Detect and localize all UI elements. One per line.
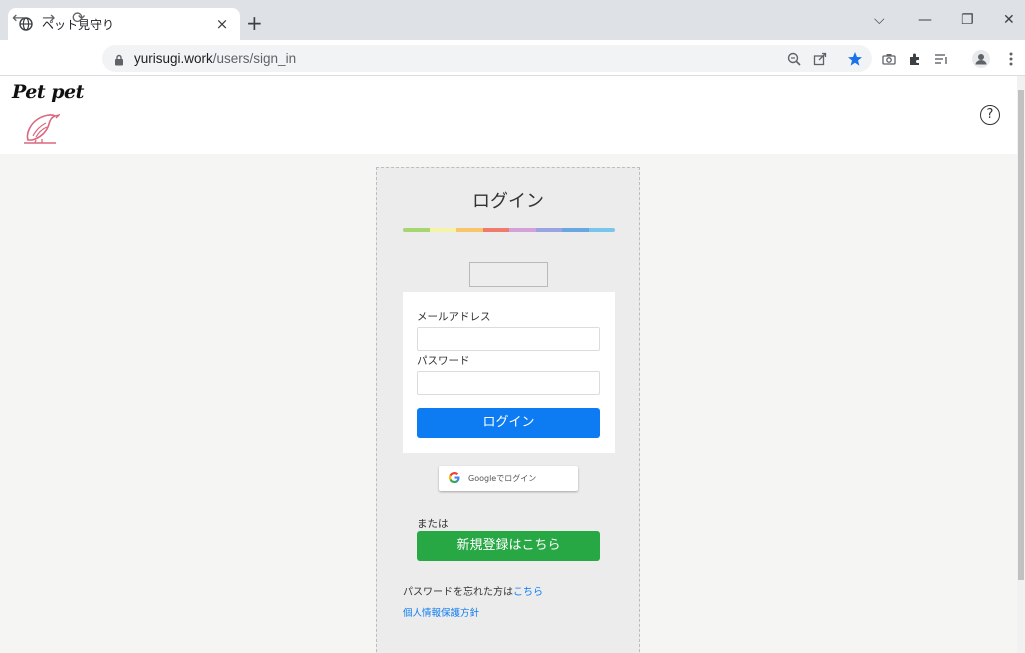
url-text: yurisugi.work/users/sign_in <box>134 51 296 66</box>
bird-logo-icon <box>22 110 62 150</box>
google-icon <box>449 471 460 486</box>
new-tab-button[interactable]: + <box>246 13 263 33</box>
tab-title: ペット見守り <box>42 17 115 32</box>
reading-list-icon[interactable] <box>932 50 950 68</box>
flash-message-box <box>469 262 548 287</box>
rainbow-segment <box>403 228 430 232</box>
rainbow-segment <box>535 228 562 232</box>
login-button[interactable]: ログイン <box>417 408 600 438</box>
share-icon[interactable] <box>811 50 829 68</box>
tab-close-icon[interactable]: × <box>214 15 230 33</box>
forgot-password-prefix: パスワードを忘れた方は <box>403 587 513 598</box>
help-icon[interactable]: ? <box>980 105 1000 125</box>
site-header <box>0 76 1017 154</box>
maximize-icon[interactable]: ❐ <box>961 12 974 28</box>
rainbow-segment <box>429 228 456 232</box>
forgot-password-text: パスワードを忘れた方はこちら <box>403 583 543 598</box>
google-login-label: Googleでログイン <box>468 474 537 483</box>
rainbow-segment <box>588 228 615 232</box>
back-icon[interactable]: ← <box>12 9 25 27</box>
register-button[interactable]: 新規登録はこちら <box>417 531 600 561</box>
password-field[interactable] <box>417 371 600 395</box>
rainbow-segment <box>562 228 589 232</box>
site-logo-text[interactable]: Pet pet <box>12 81 84 103</box>
url-path: /users/sign_in <box>212 51 297 66</box>
extensions-icon[interactable] <box>906 50 924 68</box>
rainbow-segment <box>482 228 509 232</box>
forward-icon[interactable]: → <box>42 9 55 27</box>
menu-kebab-icon[interactable] <box>1002 50 1020 68</box>
forgot-password-link[interactable]: こちら <box>513 587 543 598</box>
rainbow-segment <box>509 228 536 232</box>
or-label: または <box>417 518 449 530</box>
rainbow-divider <box>403 228 615 232</box>
url-host: yurisugi.work <box>134 51 213 66</box>
zoom-icon[interactable] <box>785 50 803 68</box>
scrollbar-thumb[interactable] <box>1018 90 1024 580</box>
profile-avatar-icon[interactable] <box>972 50 990 68</box>
privacy-policy-link[interactable]: 個人情報保護方針 <box>403 605 479 619</box>
email-label: メールアドレス <box>417 311 491 323</box>
password-label: パスワード <box>417 355 470 367</box>
close-window-icon[interactable]: ✕ <box>1003 12 1015 28</box>
camera-icon[interactable] <box>880 50 898 68</box>
minimize-icon[interactable]: — <box>918 12 932 28</box>
bookmark-star-icon[interactable] <box>846 50 864 68</box>
email-field[interactable] <box>417 327 600 351</box>
rainbow-segment <box>456 228 483 232</box>
lock-icon <box>114 51 124 70</box>
google-login-button[interactable]: Googleでログイン <box>439 466 578 491</box>
tab-search-icon[interactable]: ⌵ <box>874 12 885 28</box>
login-title: ログイン <box>472 191 544 212</box>
reload-icon[interactable]: ⟳ <box>72 9 85 27</box>
